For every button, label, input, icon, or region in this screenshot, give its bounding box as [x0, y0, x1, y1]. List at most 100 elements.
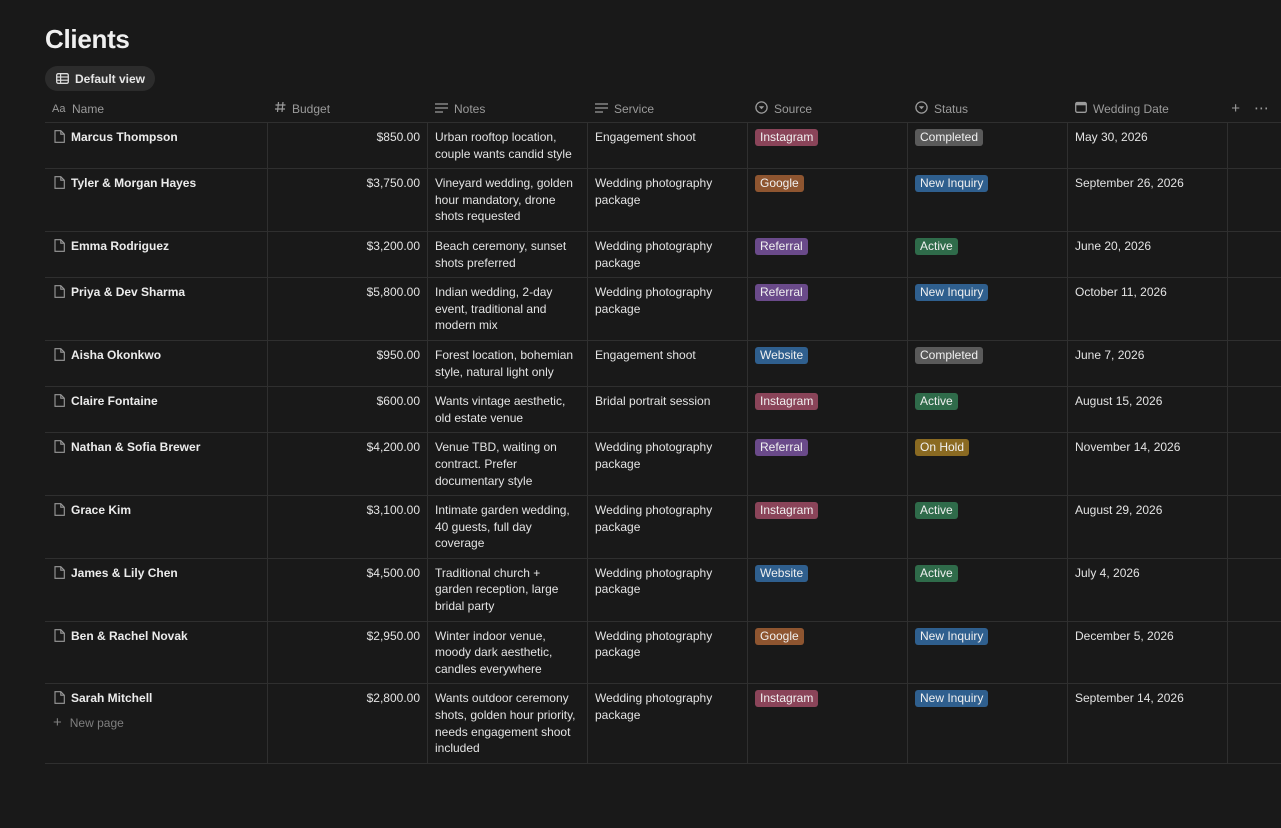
cell-notes[interactable]: Venue TBD, waiting on contract. Prefer d… — [428, 433, 588, 496]
table-row[interactable]: Aisha Okonkwo $950.00 Forest location, boh… — [45, 340, 1281, 388]
cell-name[interactable]: Grace Kim — [45, 496, 268, 558]
cell-name[interactable]: Emma Rodriguez — [45, 231, 268, 278]
client-name[interactable]: Grace Kim — [71, 502, 131, 519]
cell-source[interactable]: Referral — [748, 433, 908, 496]
cell-status[interactable]: Completed — [908, 123, 1068, 169]
new-page-button[interactable]: + New page — [53, 715, 124, 730]
column-header-name[interactable]: Aa Name — [45, 95, 268, 122]
column-header-source[interactable]: Source — [748, 95, 908, 122]
cell-service[interactable]: Wedding photography package — [588, 433, 748, 496]
client-name[interactable]: James & Lily Chen — [71, 565, 178, 582]
cell-notes[interactable]: Urban rooftop location, couple wants can… — [428, 123, 588, 169]
cell-service[interactable]: Wedding photography package — [588, 231, 748, 278]
cell-name[interactable]: Priya & Dev Sharma — [45, 278, 268, 340]
cell-name[interactable]: Ben & Rachel Novak — [45, 621, 268, 684]
table-row[interactable]: Sarah Mitchell $2,800.00 Wants outdoor cer… — [45, 684, 1281, 764]
column-header-budget[interactable]: Budget — [268, 95, 428, 122]
cell-notes[interactable]: Indian wedding, 2-day event, traditional… — [428, 278, 588, 340]
cell-budget[interactable]: $2,950.00 — [268, 621, 428, 684]
cell-budget[interactable]: $2,800.00 — [268, 684, 428, 763]
cell-empty[interactable] — [1228, 559, 1281, 621]
cell-service[interactable]: Engagement shoot — [588, 123, 748, 169]
cell-budget[interactable]: $3,100.00 — [268, 496, 428, 558]
cell-source[interactable]: Website — [748, 340, 908, 387]
cell-name[interactable]: James & Lily Chen — [45, 558, 268, 621]
cell-name[interactable]: Nathan & Sofia Brewer — [45, 433, 268, 496]
cell-source[interactable]: Google — [748, 169, 908, 231]
cell-empty[interactable] — [1228, 278, 1281, 340]
client-name[interactable]: Emma Rodriguez — [71, 238, 169, 255]
cell-name[interactable]: Claire Fontaine — [45, 387, 268, 433]
client-name[interactable]: Sarah Mitchell — [71, 690, 152, 707]
cell-status[interactable]: Active — [908, 496, 1068, 558]
cell-budget[interactable]: $4,200.00 — [268, 433, 428, 496]
cell-wedding-date[interactable]: August 29, 2026 — [1068, 496, 1228, 558]
cell-name[interactable]: Marcus Thompson — [45, 123, 268, 169]
cell-service[interactable]: Wedding photography package — [588, 496, 748, 558]
cell-empty[interactable] — [1228, 496, 1281, 558]
cell-budget[interactable]: $3,750.00 — [268, 169, 428, 231]
cell-budget[interactable]: $4,500.00 — [268, 558, 428, 621]
cell-empty[interactable] — [1228, 232, 1281, 277]
cell-source[interactable]: Instagram — [748, 684, 908, 763]
cell-service[interactable]: Wedding photography package — [588, 278, 748, 340]
cell-service[interactable]: Wedding photography package — [588, 169, 748, 231]
cell-status[interactable]: New Inquiry — [908, 278, 1068, 340]
cell-source[interactable]: Instagram — [748, 123, 908, 169]
cell-wedding-date[interactable]: July 4, 2026 — [1068, 558, 1228, 621]
cell-wedding-date[interactable]: November 14, 2026 — [1068, 433, 1228, 496]
client-name[interactable]: Tyler & Morgan Hayes — [71, 175, 196, 192]
cell-notes[interactable]: Wants vintage aesthetic, old estate venu… — [428, 387, 588, 433]
more-options-icon[interactable]: ⋯ — [1254, 101, 1269, 116]
client-name[interactable]: Priya & Dev Sharma — [71, 284, 185, 301]
table-row[interactable]: Ben & Rachel Novak $2,950.00 Winter indoor… — [45, 621, 1281, 685]
cell-empty[interactable] — [1228, 433, 1281, 495]
client-name[interactable]: Ben & Rachel Novak — [71, 628, 188, 645]
cell-budget[interactable]: $5,800.00 — [268, 278, 428, 340]
cell-notes[interactable]: Winter indoor venue, moody dark aestheti… — [428, 621, 588, 684]
cell-status[interactable]: Completed — [908, 340, 1068, 387]
cell-empty[interactable] — [1228, 169, 1281, 231]
cell-empty[interactable] — [1228, 622, 1281, 684]
cell-status[interactable]: Active — [908, 387, 1068, 433]
cell-service[interactable]: Wedding photography package — [588, 684, 748, 763]
cell-wedding-date[interactable]: December 5, 2026 — [1068, 621, 1228, 684]
cell-status[interactable]: Active — [908, 231, 1068, 278]
cell-wedding-date[interactable]: June 7, 2026 — [1068, 340, 1228, 387]
table-row[interactable]: Priya & Dev Sharma $5,800.00 Indian weddin… — [45, 278, 1281, 341]
table-row[interactable]: James & Lily Chen $4,500.00 Traditional ch… — [45, 558, 1281, 622]
cell-status[interactable]: Active — [908, 558, 1068, 621]
table-row[interactable]: Nathan & Sofia Brewer $4,200.00 Venue TBD,… — [45, 433, 1281, 497]
table-row[interactable]: Marcus Thompson $850.00 Urban rooftop loca… — [45, 123, 1281, 170]
table-row[interactable]: Tyler & Morgan Hayes $3,750.00 Vineyard we… — [45, 169, 1281, 232]
client-name[interactable]: Claire Fontaine — [71, 393, 158, 410]
table-row[interactable]: Emma Rodriguez $3,200.00 Beach ceremony, s… — [45, 231, 1281, 279]
cell-wedding-date[interactable]: June 20, 2026 — [1068, 231, 1228, 278]
cell-empty[interactable] — [1228, 387, 1281, 432]
cell-source[interactable]: Referral — [748, 231, 908, 278]
cell-service[interactable]: Bridal portrait session — [588, 387, 748, 433]
cell-budget[interactable]: $850.00 — [268, 123, 428, 169]
cell-notes[interactable]: Traditional church + garden reception, l… — [428, 558, 588, 621]
cell-notes[interactable]: Intimate garden wedding, 40 guests, full… — [428, 496, 588, 558]
cell-status[interactable]: On Hold — [908, 433, 1068, 496]
cell-notes[interactable]: Beach ceremony, sunset shots preferred — [428, 231, 588, 278]
cell-empty[interactable] — [1228, 123, 1281, 168]
cell-source[interactable]: Instagram — [748, 496, 908, 558]
client-name[interactable]: Marcus Thompson — [71, 129, 178, 146]
cell-wedding-date[interactable]: September 26, 2026 — [1068, 169, 1228, 231]
cell-status[interactable]: New Inquiry — [908, 684, 1068, 763]
cell-notes[interactable]: Wants outdoor ceremony shots, golden hou… — [428, 684, 588, 763]
client-name[interactable]: Aisha Okonkwo — [71, 347, 161, 364]
add-column-icon[interactable]: + — [1231, 101, 1240, 116]
cell-empty[interactable] — [1228, 341, 1281, 386]
cell-name[interactable]: Tyler & Morgan Hayes — [45, 169, 268, 231]
table-row[interactable]: Grace Kim $3,100.00 Intimate garden weddin… — [45, 496, 1281, 559]
column-header-notes[interactable]: Notes — [428, 95, 588, 122]
cell-notes[interactable]: Forest location, bohemian style, natural… — [428, 340, 588, 387]
cell-wedding-date[interactable]: October 11, 2026 — [1068, 278, 1228, 340]
column-header-service[interactable]: Service — [588, 95, 748, 122]
table-row[interactable]: Claire Fontaine $600.00 Wants vintage aest… — [45, 387, 1281, 434]
cell-budget[interactable]: $600.00 — [268, 387, 428, 433]
cell-source[interactable]: Instagram — [748, 387, 908, 433]
